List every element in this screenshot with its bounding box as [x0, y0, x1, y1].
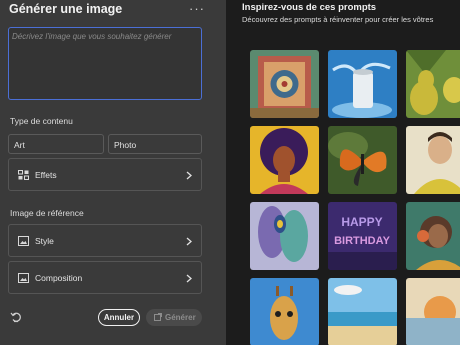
textile-pattern-image [250, 50, 319, 118]
gallery-tile-afro-woman[interactable] [250, 126, 319, 194]
gallery-tile-happy-birthday[interactable]: HAPPY BIRTHDAY [328, 202, 397, 270]
more-options-icon[interactable]: ··· [189, 1, 205, 16]
giraffe-image [250, 278, 319, 345]
reset-icon[interactable] [10, 311, 22, 323]
content-type-label: Type de contenu [10, 116, 73, 126]
water-can-image [328, 50, 397, 118]
inspiration-subtitle: Découvrez des prompts à réinventer pour … [242, 15, 434, 24]
gallery-tile-butterfly[interactable] [328, 126, 397, 194]
sunset-arch-image [406, 278, 460, 345]
man-portrait-image [406, 126, 460, 194]
peacock-feathers-image [250, 202, 319, 270]
gallery-tile-pears[interactable] [406, 50, 460, 118]
style-button[interactable]: Style [8, 224, 202, 257]
gallery-tile-peacock-feathers[interactable] [250, 202, 319, 270]
butterfly-image [328, 126, 397, 194]
inspiration-panel: Inspirez-vous de ces prompts Découvrez d… [226, 0, 460, 345]
happy-birthday-image: HAPPY BIRTHDAY [328, 202, 397, 270]
generate-button[interactable]: Générer [146, 309, 202, 326]
generate-label: Générer [165, 313, 196, 322]
svg-text:BIRTHDAY: BIRTHDAY [334, 235, 390, 247]
gallery-tile-beach[interactable] [328, 278, 397, 345]
chevron-right-icon [186, 171, 192, 180]
cancel-button[interactable]: Annuler [98, 309, 140, 326]
chevron-right-icon [186, 237, 192, 246]
generate-icon [154, 313, 162, 321]
svg-text:HAPPY: HAPPY [341, 215, 382, 229]
gallery-tile-headphones-girl[interactable] [406, 202, 460, 270]
prompt-input[interactable] [9, 28, 201, 99]
composition-label: Composition [35, 273, 83, 283]
effects-label: Effets [35, 170, 57, 180]
gallery-tile-sunset-arch[interactable] [406, 278, 460, 345]
inspiration-title: Inspirez-vous de ces prompts [242, 2, 377, 13]
prompt-field[interactable] [8, 27, 202, 100]
effects-icon [18, 170, 29, 180]
style-label: Style [35, 236, 54, 246]
gallery-tile-textile-pattern[interactable] [250, 50, 319, 118]
gallery-tile-man-portrait[interactable] [406, 126, 460, 194]
content-type-photo-button[interactable]: Photo [108, 134, 202, 154]
gallery-tile-giraffe[interactable] [250, 278, 319, 345]
generate-image-panel: Générer une image ··· Type de contenu Ar… [0, 0, 226, 345]
afro-woman-image [250, 126, 319, 194]
chevron-right-icon [186, 274, 192, 283]
headphones-girl-image [406, 202, 460, 270]
panel-title: Générer une image [9, 2, 123, 16]
reference-image-label: Image de référence [10, 208, 84, 218]
composition-button[interactable]: Composition [8, 261, 202, 294]
pears-image [406, 50, 460, 118]
effects-button[interactable]: Effets [8, 158, 202, 191]
gallery-tile-water-can[interactable] [328, 50, 397, 118]
composition-image-icon [18, 273, 29, 283]
inspiration-gallery: HAPPY BIRTHDAY [250, 50, 460, 345]
content-type-art-button[interactable]: Art [8, 134, 104, 154]
beach-image [328, 278, 397, 345]
style-image-icon [18, 236, 29, 246]
